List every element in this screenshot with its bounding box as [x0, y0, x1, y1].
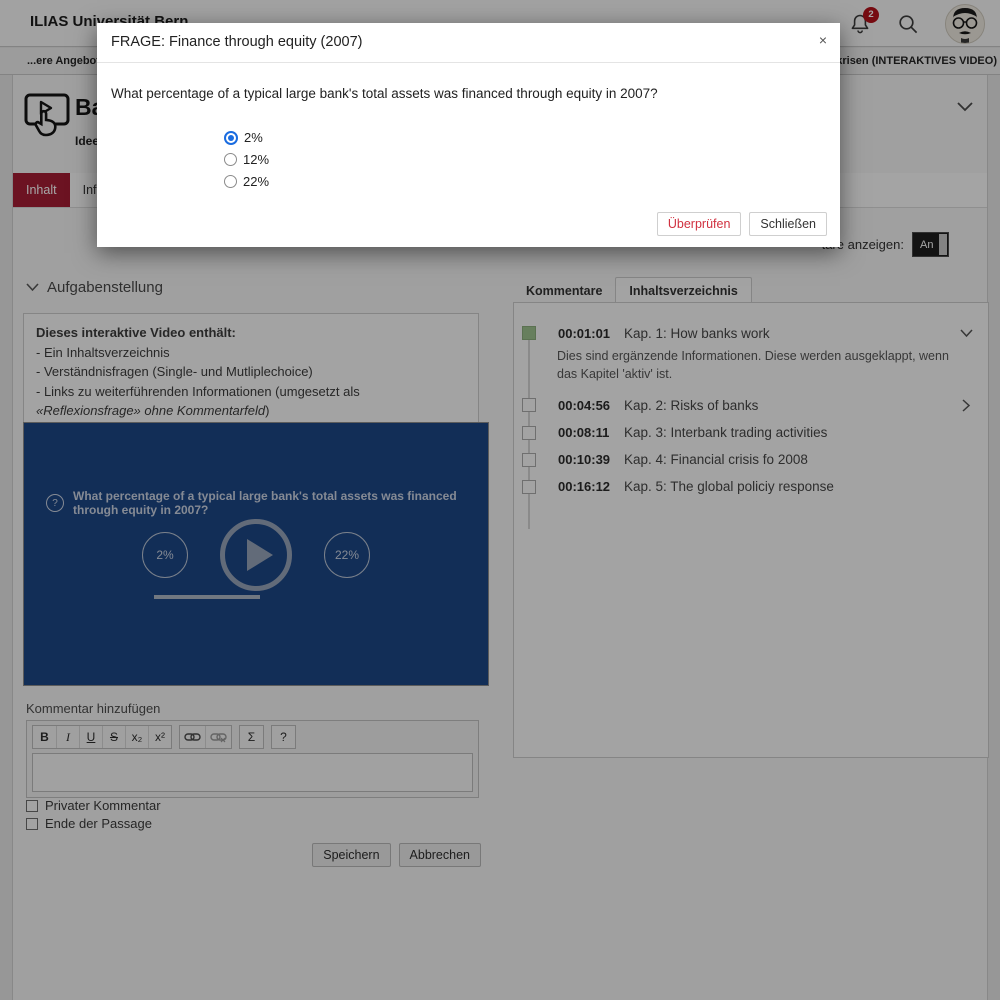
option-label: 22%	[243, 174, 269, 189]
answer-options: 2% 12% 22%	[224, 130, 269, 189]
answer-option[interactable]: 22%	[224, 174, 269, 189]
answer-option[interactable]: 12%	[224, 152, 269, 167]
option-label: 12%	[243, 152, 269, 167]
radio-unselected[interactable]	[224, 175, 237, 188]
option-label: 2%	[244, 130, 263, 145]
close-icon[interactable]: ×	[819, 32, 827, 48]
modal-header: FRAGE: Finance through equity (2007) ×	[97, 23, 840, 63]
modal-title: FRAGE: Finance through equity (2007)	[111, 34, 362, 50]
close-modal-button[interactable]: Schließen	[749, 212, 827, 236]
question-modal: FRAGE: Finance through equity (2007) × W…	[97, 23, 840, 247]
answer-option[interactable]: 2%	[224, 130, 269, 145]
radio-selected[interactable]	[224, 131, 238, 145]
modal-footer: Überprüfen Schließen	[657, 212, 827, 236]
modal-question: What percentage of a typical large bank'…	[111, 86, 658, 101]
radio-unselected[interactable]	[224, 153, 237, 166]
check-answer-button[interactable]: Überprüfen	[657, 212, 742, 236]
